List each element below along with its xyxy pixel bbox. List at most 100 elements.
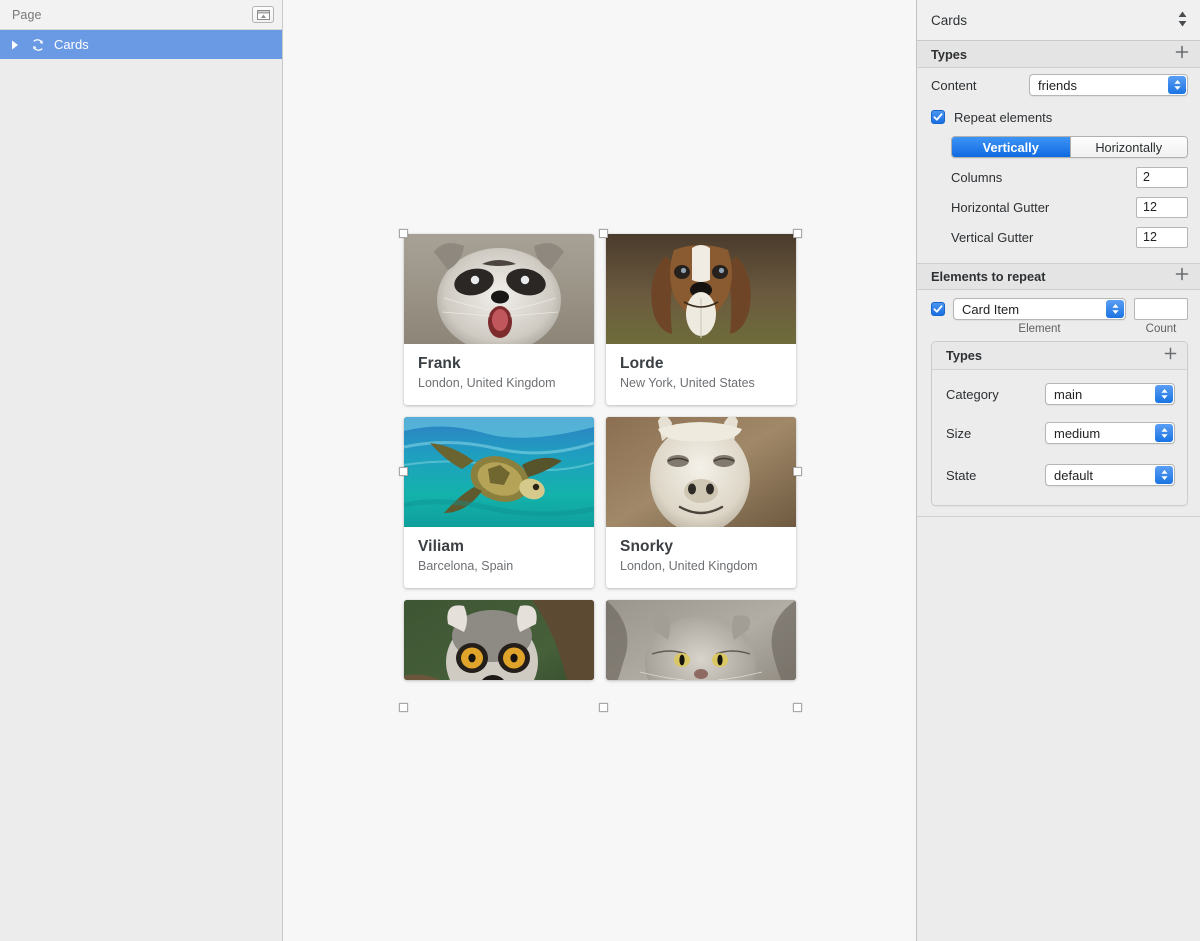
chevron-up-down-icon[interactable] (1155, 385, 1173, 403)
card-item[interactable] (606, 600, 796, 680)
selection-handle-top-right[interactable] (793, 229, 802, 238)
chevron-up-down-icon[interactable] (1106, 300, 1124, 318)
content-row: Content friends (917, 68, 1200, 102)
beagle-dog-photo (606, 234, 796, 344)
panel-toggle-button[interactable] (252, 6, 274, 23)
stepper-up-down-icon[interactable] (1177, 10, 1188, 31)
count-input[interactable] (1134, 298, 1188, 320)
horizontal-gutter-input[interactable]: 12 (1136, 196, 1188, 218)
chevron-up-down-icon[interactable] (1168, 76, 1186, 94)
vertical-gutter-row: Vertical Gutter 12 (917, 222, 1200, 252)
sidebar-item-label: Cards (54, 37, 89, 52)
element-select[interactable]: Card Item (953, 298, 1126, 320)
inspector-panel: Cards Types Content friends Repeat eleme… (916, 0, 1200, 941)
size-label: Size (946, 425, 972, 441)
selection-handle-bottom-left[interactable] (399, 703, 408, 712)
selection-handle-top-center[interactable] (598, 229, 608, 238)
triangle-right-icon[interactable] (8, 38, 22, 52)
state-select[interactable]: default (1045, 464, 1175, 486)
segment-vertically[interactable]: Vertically (952, 137, 1070, 157)
card-location: London, United Kingdom (418, 376, 556, 390)
size-select-value: medium (1054, 425, 1101, 441)
selection-handle-middle-right[interactable] (793, 467, 802, 476)
panel-toggle-icon (256, 9, 270, 20)
card-body: Viliam Barcelona, Spain (404, 527, 594, 588)
category-select-value: main (1054, 386, 1083, 402)
beagle-dog-photo-art (606, 234, 796, 344)
element-row: Card Item Element Count (917, 290, 1200, 335)
count-caption: Count (1145, 323, 1177, 335)
repeat-loop-icon (29, 36, 47, 54)
card-item[interactable]: Frank London, United Kingdom (404, 234, 594, 405)
category-select[interactable]: main (1045, 383, 1175, 405)
plus-icon[interactable] (1175, 45, 1189, 64)
selection-handle-bottom-right[interactable] (793, 703, 802, 712)
types-section-header[interactable]: Types (917, 41, 1200, 68)
vertical-gutter-value: 12 (1143, 230, 1157, 244)
category-row: Category main (932, 376, 1187, 412)
chevron-up-down-icon[interactable] (1155, 424, 1173, 442)
card-item[interactable] (404, 600, 594, 680)
vertical-gutter-label: Vertical Gutter (951, 229, 1034, 245)
chevron-up-down-icon[interactable] (1155, 466, 1173, 484)
selection-handle-middle-left[interactable] (399, 467, 408, 476)
content-select[interactable]: friends (1029, 74, 1188, 96)
cards-selection-group[interactable]: Frank London, United Kingdom Lorde New Y… (399, 229, 802, 712)
repeat-elements-checkbox[interactable] (931, 110, 945, 124)
elements-section-header[interactable]: Elements to repeat (917, 263, 1200, 290)
repeat-elements-row[interactable]: Repeat elements (917, 102, 1200, 132)
plus-icon[interactable] (1175, 267, 1189, 286)
selection-handle-top-left[interactable] (399, 229, 408, 238)
columns-value: 2 (1143, 170, 1150, 184)
llama-photo (606, 417, 796, 527)
state-label: State (946, 467, 977, 483)
category-label: Category (946, 386, 999, 402)
nested-types-body: Category main Size medium State default (932, 370, 1187, 505)
nested-types-header[interactable]: Types (932, 342, 1187, 370)
plus-icon[interactable] (1164, 346, 1177, 365)
elements-section-title: Elements to repeat (931, 269, 1046, 284)
size-row: Size medium (932, 412, 1187, 454)
layers-sidebar: Page Cards (0, 0, 283, 941)
selection-handle-bottom-center[interactable] (598, 703, 608, 712)
card-body: Frank London, United Kingdom (404, 344, 594, 405)
card-body: Lorde New York, United States (606, 344, 796, 405)
inspector-title: Cards (931, 12, 968, 28)
card-item[interactable]: Viliam Barcelona, Spain (404, 417, 594, 588)
card-location: London, United Kingdom (620, 559, 758, 573)
element-select-value: Card Item (962, 301, 1020, 317)
vertical-gutter-input[interactable]: 12 (1136, 226, 1188, 248)
sidebar-header: Page (0, 0, 282, 30)
design-canvas[interactable]: Frank London, United Kingdom Lorde New Y… (283, 0, 916, 941)
sea-turtle-photo (404, 417, 594, 527)
horizontal-gutter-row: Horizontal Gutter 12 (917, 192, 1200, 222)
raccoon-photo-art (404, 234, 594, 344)
sidebar-item-cards[interactable]: Cards (0, 30, 282, 59)
section-divider (917, 516, 1200, 517)
size-select[interactable]: medium (1045, 422, 1175, 444)
llama-photo-art (606, 417, 796, 527)
content-select-value: friends (1038, 77, 1078, 93)
manul-cat-photo (606, 600, 796, 680)
columns-input[interactable]: 2 (1136, 166, 1188, 188)
element-enabled-checkbox[interactable] (931, 302, 945, 316)
card-name: Snorky (620, 538, 674, 555)
inspector-title-bar: Cards (917, 0, 1200, 41)
card-item[interactable]: Lorde New York, United States (606, 234, 796, 405)
card-item[interactable]: Snorky London, United Kingdom (606, 417, 796, 588)
types-section-body: Content friends Repeat elements Vertical… (917, 68, 1200, 263)
card-name: Frank (418, 355, 461, 372)
repeat-direction-segmented[interactable]: Vertically Horizontally (951, 136, 1188, 158)
horizontal-gutter-label: Horizontal Gutter (951, 199, 1050, 215)
nested-types-title: Types (946, 348, 983, 363)
segment-horizontally[interactable]: Horizontally (1069, 137, 1187, 157)
direction-row: Vertically Horizontally (917, 132, 1200, 162)
app-window: Page Cards Frank London, United Kingdom … (0, 0, 1200, 941)
raccoon-photo (404, 234, 594, 344)
sea-turtle-photo-art (404, 417, 594, 527)
elements-section-body: Card Item Element Count Types Category m… (917, 290, 1200, 516)
types-section-title: Types (931, 46, 968, 62)
card-name: Lorde (620, 355, 664, 372)
card-location: Barcelona, Spain (418, 559, 514, 573)
content-label: Content (931, 77, 977, 93)
